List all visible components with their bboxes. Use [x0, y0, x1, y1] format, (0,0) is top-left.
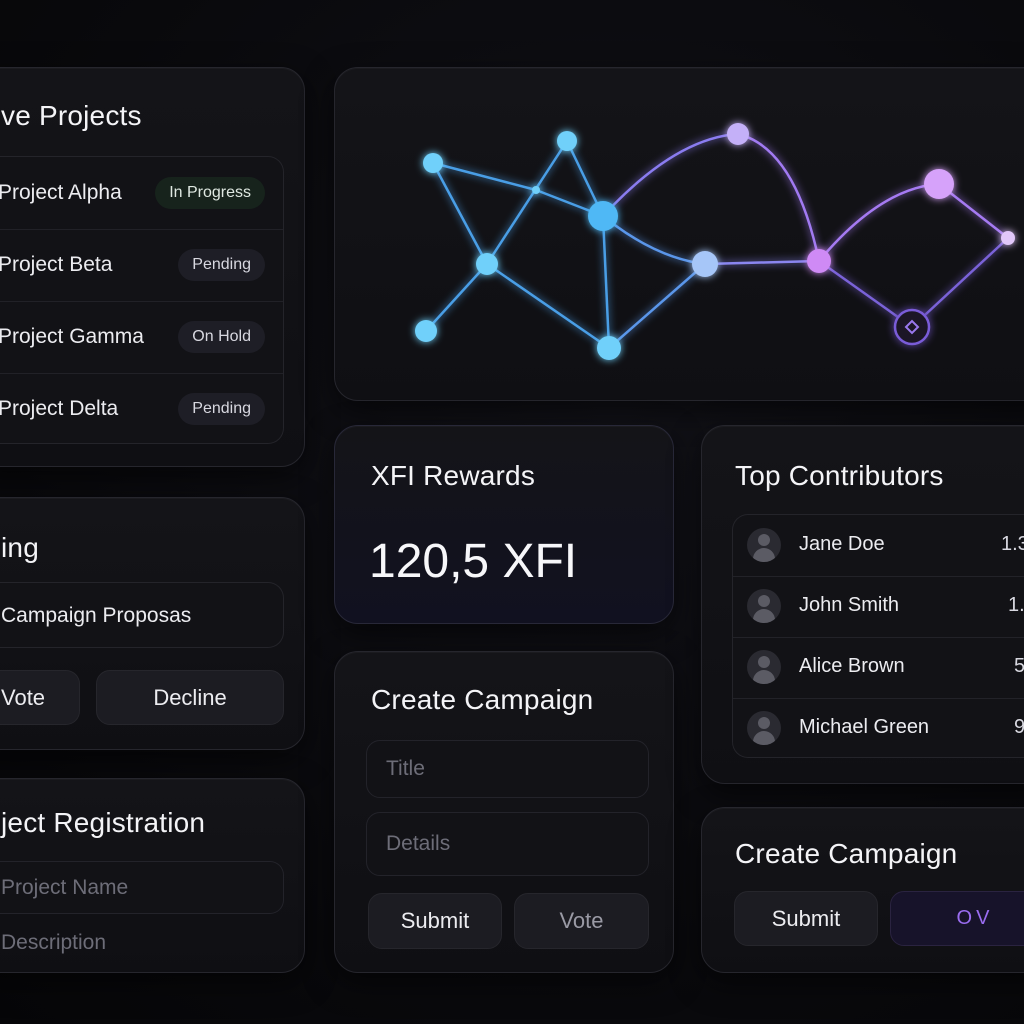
submit-button[interactable]: Submit: [734, 891, 878, 946]
voting-card: ing Campaign Proposas Vote Decline: [0, 497, 305, 750]
graph-edge: [602, 215, 706, 266]
description-field[interactable]: Description: [0, 926, 284, 972]
create-campaign-title: Create Campaign: [735, 838, 958, 869]
network-graph: [415, 123, 1015, 360]
contributors-title: Top Contributors: [735, 460, 944, 491]
avatar: [747, 711, 781, 745]
graph-edge: [818, 182, 940, 262]
avatar: [747, 650, 781, 684]
network-graph-card: [334, 67, 1024, 401]
graph-node: [727, 123, 749, 145]
create-campaign-title: Create Campaign: [371, 684, 594, 715]
contributor-value: 9: [1014, 716, 1024, 739]
graph-node: [924, 169, 954, 199]
contributor-row[interactable]: Alice Brown 5: [733, 637, 1024, 699]
active-projects-card: ve Projects Project Alpha In Progress Pr…: [0, 67, 305, 467]
project-row-beta[interactable]: Project Beta Pending: [0, 229, 283, 302]
graph-node: [1001, 231, 1015, 245]
graph-edge: [431, 162, 489, 265]
decline-button[interactable]: Decline: [96, 670, 284, 725]
graph-edge: [601, 215, 611, 349]
project-row-gamma[interactable]: Project Gamma On Hold: [0, 301, 283, 374]
contributor-name: John Smith: [799, 594, 900, 616]
project-list: Project Alpha In Progress Project Beta P…: [0, 156, 284, 444]
create-campaign-card: Create Campaign Title Details Submit Vot…: [334, 651, 674, 973]
title-field[interactable]: Title: [366, 740, 649, 798]
graph-node: [588, 201, 618, 231]
proposal-label: Campaign Proposas: [1, 604, 192, 627]
graph-node: [423, 153, 443, 173]
project-name: Project Alpha: [0, 181, 122, 204]
graph-node: [597, 336, 621, 360]
graph-edge: [737, 132, 821, 262]
graph-edge: [432, 161, 537, 192]
contributor-name: Jane Doe: [799, 533, 885, 555]
avatar: [747, 528, 781, 562]
contributor-name: Alice Brown: [799, 655, 905, 677]
registration-title: ject Registration: [1, 807, 206, 838]
graph-node: [692, 251, 718, 277]
rewards-title: XFI Rewards: [371, 460, 536, 491]
contributor-row[interactable]: Jane Doe 1.3: [733, 515, 1024, 577]
contributor-row[interactable]: John Smith 1.: [733, 576, 1024, 638]
graph-edge: [486, 262, 610, 350]
project-row-alpha[interactable]: Project Alpha In Progress: [0, 157, 283, 230]
top-contributors-card: Top Contributors Jane Doe 1.3 John Smith…: [701, 425, 1024, 784]
status-badge: Pending: [178, 249, 265, 281]
graph-node: [557, 131, 577, 151]
project-name-field[interactable]: Project Name: [0, 861, 284, 914]
details-field[interactable]: Details: [366, 812, 649, 876]
graph-edge: [425, 263, 488, 332]
graph-edge: [608, 263, 706, 349]
graph-edge: [704, 259, 820, 266]
vote-button[interactable]: Vote: [0, 670, 80, 725]
status-badge: On Hold: [178, 321, 265, 353]
graph-node: [532, 186, 540, 194]
project-row-delta[interactable]: Project Delta Pending: [0, 373, 283, 445]
xfi-rewards-card: XFI Rewards 120,5 XFI: [334, 425, 674, 624]
create-campaign-card-2: Create Campaign Submit OV: [701, 807, 1024, 973]
project-name: Project Gamma: [0, 325, 144, 348]
graph-node: [415, 320, 437, 342]
graph-node: [476, 253, 498, 275]
graph-edge: [911, 237, 1009, 328]
project-name: Project Beta: [0, 253, 113, 276]
voting-title: ing: [1, 532, 39, 563]
contributor-value: 1.3: [1001, 533, 1024, 555]
contributor-value: 5: [1014, 655, 1024, 678]
project-registration-card: ject Registration Project Name Descripti…: [0, 778, 305, 973]
vote-button[interactable]: Vote: [514, 893, 649, 949]
submit-button[interactable]: Submit: [368, 893, 502, 949]
secondary-action-button[interactable]: OV: [890, 891, 1024, 946]
contributor-value: 1.: [1008, 594, 1024, 616]
graph-edge: [602, 132, 739, 217]
graph-node: [807, 249, 831, 273]
avatar: [747, 589, 781, 623]
status-badge: Pending: [178, 393, 265, 425]
graph-badge-icon: [893, 308, 931, 346]
contributors-list: Jane Doe 1.3 John Smith 1. Alice Brown 5…: [732, 514, 1024, 758]
contributor-name: Michael Green: [799, 716, 930, 738]
rewards-amount: 120,5 XFI: [369, 535, 578, 588]
project-name: Project Delta: [0, 397, 119, 420]
active-projects-title: ve Projects: [1, 100, 142, 131]
campaign-proposal[interactable]: Campaign Proposas: [0, 582, 284, 648]
graph-edge: [485, 140, 569, 265]
contributor-row[interactable]: Michael Green 9: [733, 698, 1024, 759]
status-badge: In Progress: [155, 177, 265, 209]
